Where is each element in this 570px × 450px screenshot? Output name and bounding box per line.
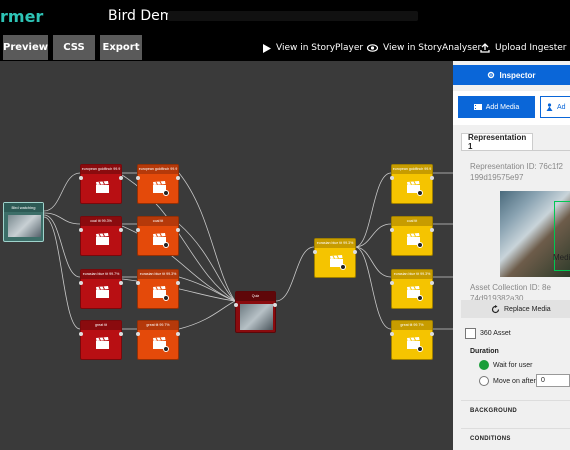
node-thumbnail xyxy=(240,304,273,330)
story-node-yellow-2[interactable]: coal tit xyxy=(390,216,434,256)
node-title: eurasian blue tit 99.3% xyxy=(138,270,178,279)
inspector-header: Inspector xyxy=(453,65,570,85)
clapperboard-icon xyxy=(96,286,109,298)
story-node-yellow-3[interactable]: eurasian blue tit 99.3% xyxy=(390,269,434,309)
gear-icon xyxy=(488,71,495,79)
eye-icon xyxy=(367,44,378,52)
tab-representation-1[interactable]: Representation 1 xyxy=(461,133,533,151)
move-on-after-radio[interactable]: Move on after xyxy=(479,376,536,386)
checkmark-icon xyxy=(417,242,423,248)
start-node[interactable]: Bird watching xyxy=(3,202,44,242)
checkmark-icon xyxy=(340,264,346,270)
checkbox-box[interactable] xyxy=(465,328,476,339)
clapperboard-icon xyxy=(96,181,109,193)
node-title: european goldfinch 99.9 xyxy=(138,165,178,174)
add-media-label: Add Media xyxy=(485,103,520,111)
checkmark-icon xyxy=(417,346,423,352)
view-storyanalyser-link[interactable]: View in StoryAnalyser xyxy=(367,43,481,53)
inspector-title: Inspector xyxy=(499,70,536,80)
story-node-red-4[interactable]: great tit xyxy=(79,320,123,360)
wait-for-user-label: Wait for user xyxy=(493,361,533,369)
replace-media-button[interactable]: Replace Media xyxy=(461,300,570,318)
replace-media-label: Replace Media xyxy=(504,305,551,313)
node-title: Quiz xyxy=(236,292,275,301)
person-icon xyxy=(546,103,553,111)
film-icon xyxy=(473,104,482,110)
background-section[interactable]: BACKGROUND xyxy=(461,400,570,420)
checkmark-icon xyxy=(163,295,169,301)
duration-label: Duration xyxy=(470,348,499,355)
radio-selected[interactable] xyxy=(479,360,489,370)
node-title: Bird watching xyxy=(4,203,43,212)
node-title: european goldfinch 99.9 xyxy=(392,165,432,174)
inspector-panel: Inspector Add Media Ad Representation 1 … xyxy=(453,61,570,450)
inspector-actions: Add Media Ad xyxy=(453,91,570,125)
wait-for-user-radio[interactable]: Wait for user xyxy=(479,360,532,370)
asset-360-label: 360 Asset xyxy=(480,330,511,337)
toolbar: Preview CSS Export View in StoryPlayer V… xyxy=(0,34,570,61)
story-node-red-3[interactable]: eurasian blue tit 99.7% xyxy=(79,269,123,309)
representation-id-line-2: 199d19575e97 xyxy=(470,173,524,182)
upload-icon xyxy=(480,43,490,53)
redacted-text xyxy=(168,11,418,21)
story-node-orange-1[interactable]: european goldfinch 99.9 xyxy=(136,164,180,204)
tab-divider xyxy=(461,150,570,151)
story-node-orange-3[interactable]: eurasian blue tit 99.3% xyxy=(136,269,180,309)
story-node-yellow-mid[interactable]: eurasian blue tit 99.3% xyxy=(313,238,357,278)
media-label: Medi xyxy=(553,253,570,262)
view-storyanalyser-label: View in StoryAnalyser xyxy=(383,43,482,53)
story-node-red-2[interactable]: coal tit 99.3% xyxy=(79,216,123,256)
conditions-section[interactable]: CONDITIONS xyxy=(461,428,570,448)
node-title: european goldfinch 99.9 xyxy=(81,165,121,174)
add-media-button[interactable]: Add Media xyxy=(458,96,535,118)
move-on-after-input[interactable]: 0 xyxy=(536,374,570,387)
checkmark-icon xyxy=(163,346,169,352)
representation-id: Representation ID: 76c1f2 199d19575e97 xyxy=(470,161,570,183)
view-storyplayer-label: View in StoryPlayer xyxy=(276,43,364,53)
css-button[interactable]: CSS xyxy=(53,35,95,60)
app-logo: rmer xyxy=(0,7,44,26)
story-node-orange-2[interactable]: coal tit xyxy=(136,216,180,256)
story-canvas[interactable]: Bird watching european goldfinch 99.9 co… xyxy=(0,61,453,450)
quiz-node[interactable]: Quiz xyxy=(234,291,277,333)
add-secondary-label: Ad xyxy=(557,103,566,111)
media-thumbnail xyxy=(500,191,570,277)
node-title: coal tit xyxy=(392,217,432,226)
node-title: eurasian blue tit 99.3% xyxy=(392,270,432,279)
checkmark-icon xyxy=(417,295,423,301)
story-node-orange-4[interactable]: great tit 99.7% xyxy=(136,320,180,360)
preview-button[interactable]: Preview xyxy=(3,35,48,60)
checkmark-icon xyxy=(163,190,169,196)
node-title: great tit xyxy=(81,321,121,330)
node-title: eurasian blue tit 99.3% xyxy=(315,239,355,248)
node-title: great tit 99.7% xyxy=(138,321,178,330)
radio-unselected[interactable] xyxy=(479,376,489,386)
export-button[interactable]: Export xyxy=(100,35,142,60)
clapperboard-icon xyxy=(96,233,109,245)
play-icon xyxy=(263,43,271,53)
clapperboard-icon xyxy=(96,337,109,349)
story-node-yellow-4[interactable]: great tit 99.7% xyxy=(390,320,434,360)
node-title: coal tit xyxy=(138,217,178,226)
upload-ingester-link[interactable]: Upload Ingester xyxy=(480,43,566,53)
node-connections xyxy=(43,172,453,330)
checkmark-icon xyxy=(417,190,423,196)
node-title: eurasian blue tit 99.7% xyxy=(81,270,121,279)
checkmark-icon xyxy=(163,242,169,248)
refresh-icon xyxy=(491,304,500,313)
node-thumbnail xyxy=(8,215,41,237)
representation-id-line-1: Representation ID: 76c1f2 xyxy=(470,162,563,171)
move-on-after-label: Move on after xyxy=(493,377,536,385)
upload-ingester-label: Upload Ingester xyxy=(495,43,567,53)
top-bar: rmer Bird Demo xyxy=(0,0,570,34)
add-secondary-button[interactable]: Ad xyxy=(540,96,570,118)
asset-collection-line-1: Asset Collection ID: 8e xyxy=(470,283,551,292)
view-storyplayer-link[interactable]: View in StoryPlayer xyxy=(262,43,363,53)
story-node-red-1[interactable]: european goldfinch 99.9 xyxy=(79,164,123,204)
asset-360-checkbox[interactable]: 360 Asset xyxy=(465,328,511,339)
node-title: great tit 99.7% xyxy=(392,321,432,330)
node-title: coal tit 99.3% xyxy=(81,217,121,226)
story-node-yellow-1[interactable]: european goldfinch 99.9 xyxy=(390,164,434,204)
